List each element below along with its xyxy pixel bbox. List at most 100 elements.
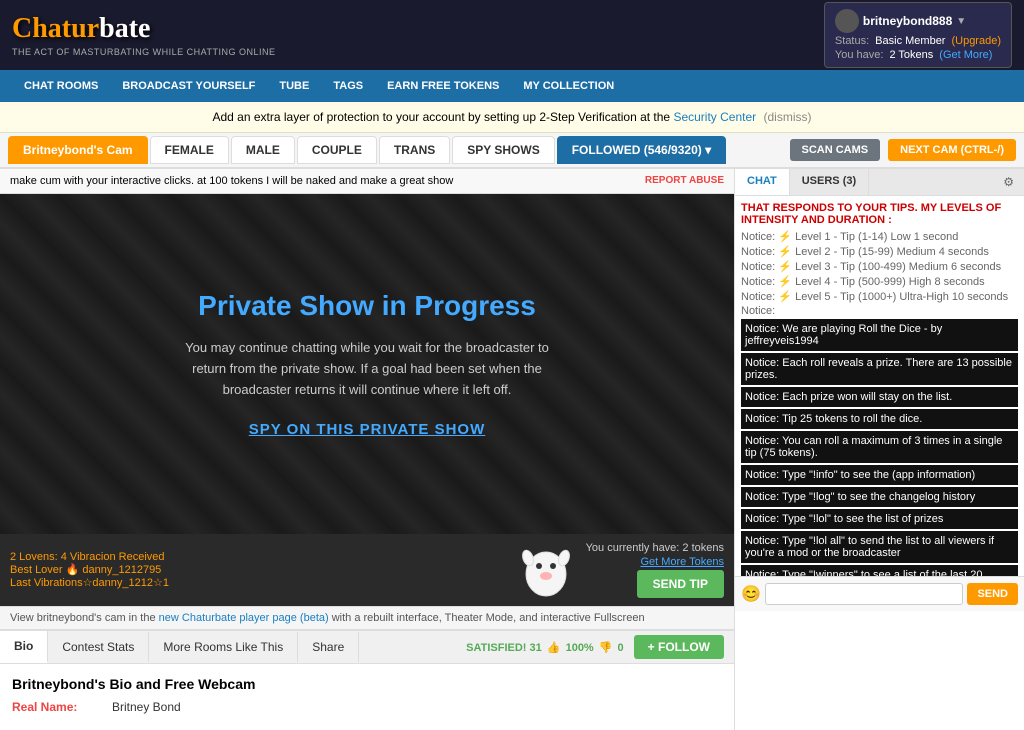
user-info-panel: britneybond888 ▼ Status: Basic Member (U… (824, 2, 1012, 68)
spy-on-show-link[interactable]: SPY ON THIS PRIVATE SHOW (177, 421, 557, 438)
abuse-message: make cum with your interactive clicks. a… (10, 175, 453, 187)
thumbs-up-icon: 👍 (547, 642, 561, 654)
private-show-description: You may continue chatting while you wait… (177, 338, 557, 400)
bio-content: Britneybond's Bio and Free Webcam Real N… (0, 664, 734, 730)
bio-tab-share[interactable]: Share (298, 632, 359, 662)
tokens-label: You have: (835, 49, 884, 61)
thumbs-down-count: 0 (618, 642, 624, 654)
tab-trans[interactable]: TRANS (379, 136, 450, 164)
bio-tab-bio[interactable]: Bio (0, 631, 48, 663)
chat-header-msg: THAT RESPONDS TO YOUR TIPS. MY LEVELS OF… (741, 202, 1018, 226)
chat-input[interactable] (765, 583, 964, 605)
chat-black-5: Notice: You can roll a maximum of 3 time… (741, 431, 1018, 463)
bio-field-realname: Real Name: Britney Bond (12, 700, 722, 714)
send-chat-button[interactable]: SEND (967, 583, 1018, 605)
tip-section: You currently have: 2 tokens Get More To… (586, 542, 724, 598)
bio-title: Britneybond's Bio and Free Webcam (12, 676, 722, 692)
chat-level-2: Notice: ⚡ Level 2 - Tip (15-99) Medium 4… (741, 245, 1018, 258)
vibration-messages: 2 Lovens: 4 Vibracion Received Best Love… (10, 551, 506, 589)
chat-level-4: Notice: ⚡ Level 4 - Tip (500-999) High 8… (741, 275, 1018, 288)
chat-level-5: Notice: ⚡ Level 5 - Tip (1000+) Ultra-Hi… (741, 290, 1018, 303)
username: britneybond888 (863, 14, 952, 28)
beta-notice: View britneybond's cam in the new Chatur… (0, 606, 734, 629)
thumbs-down-icon: 👎 (599, 642, 613, 654)
dismiss-text[interactable]: (dismiss) (764, 110, 812, 124)
chat-tab-users[interactable]: USERS (3) (790, 169, 869, 195)
chat-black-8: Notice: Type "!lol" to see the list of p… (741, 509, 1018, 529)
vibration-msg-2: Best Lover 🔥 danny_1212795 (10, 563, 506, 576)
emoji-button[interactable]: 😊 (741, 583, 761, 605)
chat-black-2: Notice: Each roll reveals a prize. There… (741, 353, 1018, 385)
bio-tab-contest[interactable]: Contest Stats (48, 632, 149, 662)
cam-tab-bar: Britneybond's Cam FEMALE MALE COUPLE TRA… (0, 133, 1024, 169)
left-panel: make cum with your interactive clicks. a… (0, 169, 734, 730)
nav-item-tags[interactable]: TAGS (321, 70, 375, 102)
tab-followed[interactable]: FOLLOWED (546/9320) ▾ (557, 136, 726, 164)
chat-level-1: Notice: ⚡ Level 1 - Tip (1-14) Low 1 sec… (741, 230, 1018, 243)
nav-item-collection[interactable]: MY COLLECTION (511, 70, 626, 102)
mascot-icon (516, 540, 576, 600)
current-tokens-display: You currently have: 2 tokens (586, 542, 724, 554)
follow-button[interactable]: + FOLLOW (634, 635, 724, 659)
bio-tab-more-rooms[interactable]: More Rooms Like This (149, 632, 298, 662)
send-tip-button[interactable]: SEND TIP (637, 570, 724, 598)
tab-spy-shows[interactable]: SPY SHOWS (452, 136, 554, 164)
nav-item-earn[interactable]: EARN FREE TOKENS (375, 70, 511, 102)
nav-item-chat-rooms[interactable]: CHAT ROOMS (12, 70, 110, 102)
avatar (835, 9, 859, 33)
chat-input-area: 😊 SEND (735, 576, 1024, 611)
security-center-link[interactable]: Security Center (673, 110, 756, 124)
upgrade-link[interactable]: (Upgrade) (951, 35, 1001, 47)
vibration-msg-1: 2 Lovens: 4 Vibracion Received (10, 551, 506, 563)
abuse-bar: make cum with your interactive clicks. a… (0, 169, 734, 194)
beta-text-1: View britneybond's cam in the (10, 612, 156, 624)
chat-black-10: Notice: Type "!winners" to see a list of… (741, 565, 1018, 576)
video-footer-info: 2 Lovens: 4 Vibracion Received Best Love… (0, 534, 734, 606)
chat-black-4: Notice: Tip 25 tokens to roll the dice. (741, 409, 1018, 429)
vibration-msg-3: Last Vibrations☆danny_1212☆1 (10, 576, 506, 589)
nav-bar: CHAT ROOMS BROADCAST YOURSELF TUBE TAGS … (0, 70, 1024, 102)
realname-label: Real Name: (12, 700, 112, 714)
chat-notice-blank: Notice: (741, 305, 1018, 317)
private-show-title: Private Show in Progress (177, 290, 557, 322)
tokens-value: 2 Tokens (889, 49, 933, 61)
tab-female[interactable]: FEMALE (150, 136, 229, 164)
security-text: Add an extra layer of protection to your… (213, 110, 671, 124)
tab-actions: SCAN CAMS NEXT CAM (CTRL-/) (790, 139, 1017, 161)
bio-section: Bio Contest Stats More Rooms Like This S… (0, 629, 734, 730)
tab-current-cam[interactable]: Britneybond's Cam (8, 136, 148, 164)
chat-black-6: Notice: Type "!info" to see the (app inf… (741, 465, 1018, 485)
bio-right-actions: SATISFIED! 31 👍 100% 👎 0 + FOLLOW (456, 635, 734, 659)
chat-black-7: Notice: Type "!log" to see the changelog… (741, 487, 1018, 507)
satisfied-text: SATISFIED! 31 👍 100% 👎 0 (466, 641, 624, 654)
tab-couple[interactable]: COUPLE (297, 136, 377, 164)
next-cam-button[interactable]: NEXT CAM (CTRL-/) (888, 139, 1016, 161)
report-abuse-link[interactable]: REPORT ABUSE (645, 175, 724, 187)
beta-link[interactable]: new Chaturbate player page (beta) (159, 612, 329, 624)
chat-black-9: Notice: Type "!lol all" to send the list… (741, 531, 1018, 563)
security-banner: Add an extra layer of protection to your… (0, 102, 1024, 133)
scan-cams-button[interactable]: SCAN CAMS (790, 139, 881, 161)
tab-male[interactable]: MALE (231, 136, 295, 164)
realname-value: Britney Bond (112, 700, 181, 714)
get-more-link[interactable]: (Get More) (939, 49, 992, 61)
private-show-overlay: Private Show in Progress You may continu… (157, 270, 577, 457)
chat-level-3: Notice: ⚡ Level 3 - Tip (100-499) Medium… (741, 260, 1018, 273)
get-more-tokens-link[interactable]: Get More Tokens (640, 556, 724, 568)
nav-item-broadcast[interactable]: BROADCAST YOURSELF (110, 70, 267, 102)
header: Chaturbate THE ACT OF MASTURBATING WHILE… (0, 0, 1024, 70)
bio-tab-bar: Bio Contest Stats More Rooms Like This S… (0, 631, 734, 664)
chat-tab-chat[interactable]: CHAT (735, 169, 790, 195)
chat-settings-icon[interactable]: ⚙ (993, 169, 1024, 195)
satisfied-label: SATISFIED! 31 (466, 642, 542, 654)
chat-tab-bar: CHAT USERS (3) ⚙ (735, 169, 1024, 196)
chat-panel: CHAT USERS (3) ⚙ THAT RESPONDS TO YOUR T… (734, 169, 1024, 730)
nav-item-tube[interactable]: TUBE (267, 70, 321, 102)
dropdown-arrow-icon[interactable]: ▼ (956, 16, 966, 27)
chat-black-1: Notice: We are playing Roll the Dice - b… (741, 319, 1018, 351)
logo-sub: THE ACT OF MASTURBATING WHILE CHATTING O… (12, 47, 276, 57)
chat-messages: THAT RESPONDS TO YOUR TIPS. MY LEVELS OF… (735, 196, 1024, 576)
percent-value: 100% (566, 642, 594, 654)
chat-black-3: Notice: Each prize won will stay on the … (741, 387, 1018, 407)
logo: Chaturbate THE ACT OF MASTURBATING WHILE… (12, 13, 276, 57)
